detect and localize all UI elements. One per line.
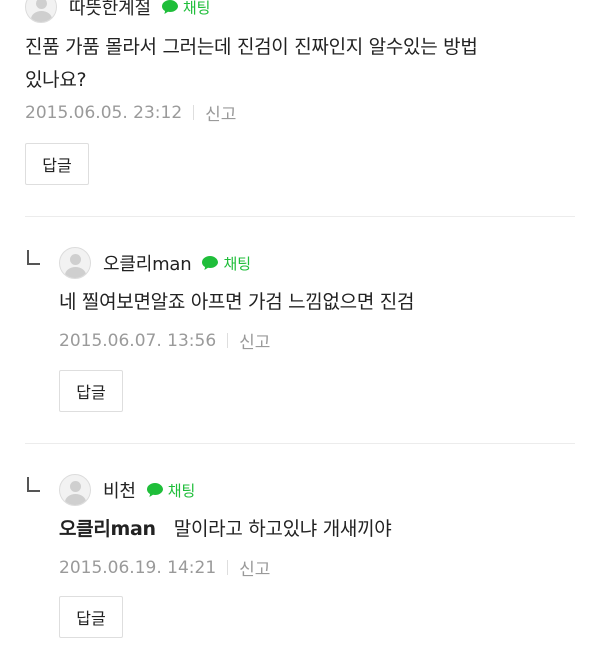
comment-header: 오클리man 채팅 — [59, 246, 251, 280]
chat-label: 채팅 — [182, 0, 211, 17]
reply-arrow-icon — [27, 250, 40, 265]
comment-timestamp: 2015.06.05. 23:12 — [25, 102, 183, 123]
comment-header: 따뜻한계절 채팅 — [25, 0, 210, 24]
chat-bubble-icon — [202, 256, 219, 270]
reply-button[interactable]: 답글 — [59, 596, 123, 638]
report-link[interactable]: 신고 — [205, 100, 236, 125]
chat-bubble-icon — [161, 0, 178, 14]
meta-separator — [193, 105, 195, 120]
author-nickname[interactable]: 따뜻한계절 — [69, 0, 151, 20]
mention-nickname[interactable]: 오클리man — [59, 518, 156, 540]
comment-timestamp: 2015.06.07. 13:56 — [59, 330, 217, 351]
chat-button[interactable]: 채팅 — [161, 0, 211, 18]
chat-button[interactable]: 채팅 — [201, 253, 251, 274]
meta-separator — [227, 560, 229, 575]
reply-button[interactable]: 답글 — [25, 143, 89, 185]
comment-meta: 2015.06.05. 23:12 신고 — [25, 100, 236, 126]
default-avatar-icon[interactable] — [59, 474, 91, 506]
default-avatar-icon[interactable] — [25, 0, 57, 23]
chat-button[interactable]: 채팅 — [146, 480, 196, 501]
comment-divider — [25, 216, 575, 217]
comment-meta: 2015.06.07. 13:56 신고 — [59, 328, 270, 354]
chat-label: 채팅 — [167, 481, 196, 500]
author-nickname[interactable]: 오클리man — [103, 250, 192, 276]
report-link[interactable]: 신고 — [239, 328, 270, 353]
default-avatar-icon[interactable] — [59, 247, 91, 279]
chat-label: 채팅 — [223, 254, 252, 273]
report-link[interactable]: 신고 — [239, 555, 270, 580]
meta-separator — [227, 333, 229, 348]
comment-meta: 2015.06.19. 14:21 신고 — [59, 555, 270, 581]
comment-text: 오클리man 말이라고 하고있냐 개새끼야 — [59, 518, 392, 540]
comment-text: 진품 가품 몰라서 그러는데 진검이 진짜인지 알수있는 방법 있나요? — [25, 36, 478, 91]
reply-button[interactable]: 답글 — [59, 370, 123, 412]
comment-divider — [25, 443, 575, 444]
reply-arrow-icon — [27, 477, 40, 492]
comment-timestamp: 2015.06.19. 14:21 — [59, 557, 217, 578]
chat-bubble-icon — [146, 483, 163, 497]
comment-header: 비천 채팅 — [59, 473, 195, 507]
comment-text: 네 찔여보면알죠 아프면 가검 느낌없으면 진검 — [59, 291, 415, 313]
author-nickname[interactable]: 비천 — [103, 477, 136, 503]
